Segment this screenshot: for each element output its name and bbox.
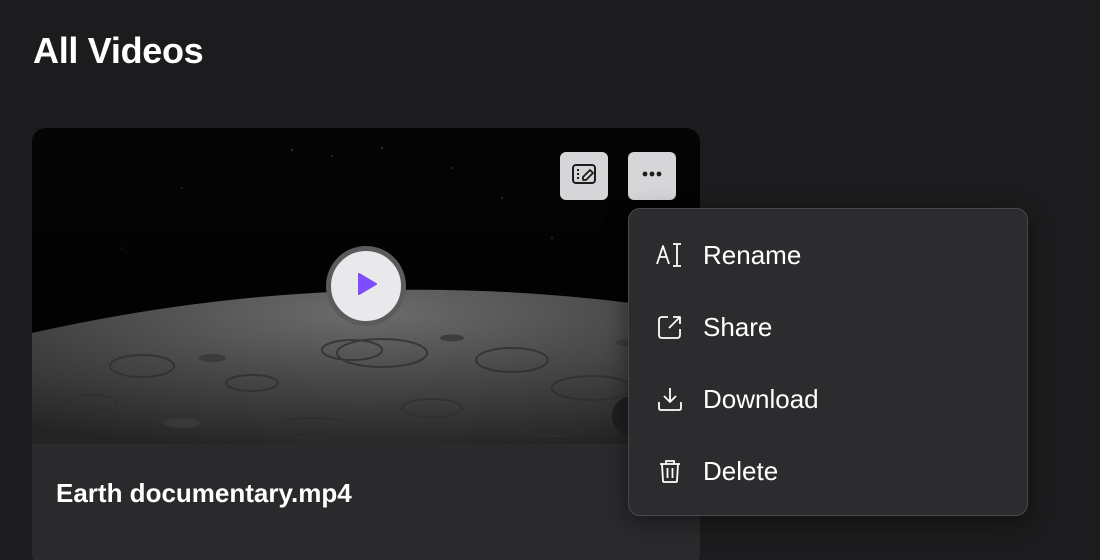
play-button[interactable] <box>326 246 406 326</box>
more-options-button[interactable] <box>628 152 676 200</box>
context-menu: Rename Share Download Delete <box>628 208 1028 516</box>
video-thumbnail[interactable] <box>32 128 700 444</box>
all-videos-page: All Videos Earth documentary.mp4 Rename … <box>0 0 1100 560</box>
menu-item-label: Delete <box>703 455 779 486</box>
menu-item-label: Share <box>703 311 773 342</box>
rename-text-cursor-icon <box>655 240 685 270</box>
edit-video-button[interactable] <box>560 152 608 200</box>
menu-item-rename[interactable]: Rename <box>629 219 1027 291</box>
video-edit-icon <box>570 160 598 193</box>
video-title: Earth documentary.mp4 <box>56 478 352 508</box>
share-external-icon <box>655 312 685 342</box>
menu-item-label: Rename <box>703 239 802 270</box>
menu-item-label: Download <box>703 383 819 414</box>
download-icon <box>655 384 685 414</box>
video-card[interactable]: Earth documentary.mp4 <box>32 128 700 560</box>
page-title: All Videos <box>33 30 204 71</box>
menu-item-share[interactable]: Share <box>629 291 1027 363</box>
menu-item-download[interactable]: Download <box>629 363 1027 435</box>
more-horizontal-icon <box>638 160 666 193</box>
menu-item-delete[interactable]: Delete <box>629 435 1027 507</box>
trash-icon <box>655 456 685 486</box>
play-icon <box>351 269 381 304</box>
